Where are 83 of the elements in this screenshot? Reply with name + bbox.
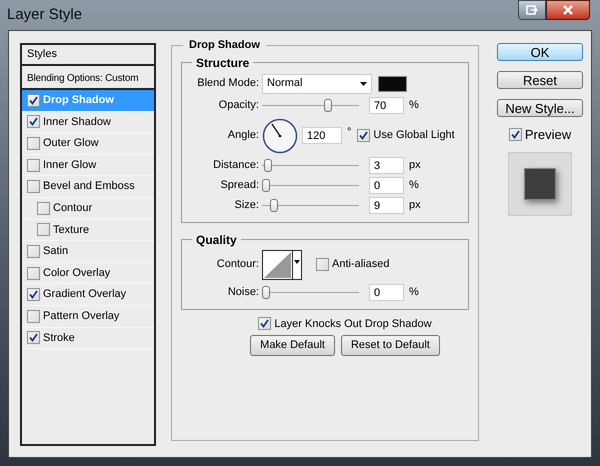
style-list-item[interactable]: Outer Glow <box>22 133 154 155</box>
preview-square <box>524 168 556 200</box>
slider-thumb[interactable] <box>262 286 270 298</box>
checkbox[interactable] <box>27 136 40 150</box>
dialog-button[interactable]: Make Default <box>250 335 335 356</box>
checkbox[interactable] <box>27 244 40 258</box>
unit-label: % <box>409 285 419 300</box>
field-label: Blend Mode: <box>196 76 260 92</box>
style-list-item[interactable]: Pattern Overlay <box>22 306 154 328</box>
checkbox[interactable] <box>27 94 40 107</box>
style-list-item[interactable]: Satin <box>22 241 154 263</box>
slider-thumb[interactable] <box>324 98 332 112</box>
slider[interactable] <box>262 286 359 300</box>
unit-label: ° <box>347 124 352 140</box>
number-field[interactable]: 0 <box>369 284 404 301</box>
window-title: Layer Style <box>7 4 82 25</box>
dialog-button[interactable]: Reset <box>497 71 583 89</box>
checkbox-label: Anti-aliased <box>332 257 390 272</box>
close-button[interactable] <box>546 0 590 20</box>
styles-header: Styles <box>22 45 154 66</box>
checkbox[interactable] <box>508 128 522 142</box>
blend-mode-dropdown[interactable]: Normal <box>262 74 372 94</box>
field-label: Opacity: <box>218 98 260 114</box>
checkbox[interactable] <box>27 158 40 172</box>
style-list-item[interactable]: Contour <box>22 198 154 220</box>
style-list-item[interactable]: Gradient Overlay <box>22 284 154 306</box>
checkbox[interactable] <box>316 258 329 271</box>
slider[interactable] <box>262 158 359 172</box>
checkbox[interactable] <box>37 223 50 236</box>
checkbox[interactable] <box>27 115 40 128</box>
group-title: Quality <box>195 232 238 248</box>
checkbox[interactable] <box>27 288 40 302</box>
restore-button[interactable] <box>518 0 546 20</box>
checkbox-label: Layer Knocks Out Drop Shadow <box>274 316 432 332</box>
checkbox-label: Use Global Light <box>373 128 455 144</box>
contour-curve-icon <box>263 250 292 278</box>
unit-label: px <box>409 198 421 214</box>
group-title: Structure <box>195 54 250 72</box>
checkbox[interactable] <box>27 310 40 323</box>
angle-dial[interactable] <box>262 118 298 154</box>
checkbox[interactable] <box>27 266 40 280</box>
close-icon <box>562 5 574 15</box>
style-list-item[interactable]: Inner Shadow <box>22 112 154 134</box>
unit-label: px <box>409 158 421 174</box>
slider-thumb[interactable] <box>264 158 272 172</box>
field-label: Angle: <box>226 128 260 144</box>
field-label: Noise: <box>226 285 260 300</box>
window-icon <box>526 5 538 15</box>
shadow-color-swatch[interactable] <box>378 76 407 92</box>
field-label: Size: <box>234 198 260 214</box>
slider[interactable] <box>262 178 359 192</box>
checkbox[interactable] <box>37 202 50 215</box>
style-list-item[interactable]: Color Overlay <box>22 262 154 284</box>
style-list-item[interactable]: Texture <box>22 220 154 242</box>
number-field[interactable]: 0 <box>369 177 404 194</box>
number-field[interactable]: 70 <box>369 97 404 114</box>
number-field[interactable]: 9 <box>369 197 404 214</box>
caret-icon <box>294 260 300 264</box>
dialog-button[interactable]: New Style... <box>497 99 583 117</box>
field-label: Contour: <box>216 257 260 272</box>
slider[interactable] <box>262 98 359 112</box>
slider-thumb[interactable] <box>270 198 278 212</box>
checkbox-label: Preview <box>524 126 572 144</box>
number-field[interactable]: 3 <box>369 157 404 174</box>
unit-label: % <box>409 98 419 114</box>
checkbox[interactable] <box>27 331 40 344</box>
number-field[interactable]: 120 <box>302 127 342 144</box>
checkbox[interactable] <box>357 129 370 142</box>
panel-title: Drop Shadow <box>188 38 261 53</box>
slider-thumb[interactable] <box>262 178 270 192</box>
caret-icon <box>360 82 367 86</box>
style-list-item[interactable]: Bevel and Emboss <box>22 176 154 198</box>
field-label: Spread: <box>219 178 260 194</box>
style-list-item[interactable]: Inner Glow <box>22 154 154 176</box>
checkbox[interactable] <box>258 317 272 330</box>
style-list-item[interactable]: Stroke <box>22 328 154 350</box>
field-label: Distance: <box>212 158 260 174</box>
unit-label: % <box>409 178 419 194</box>
dialog-button[interactable]: Reset to Default <box>340 335 440 356</box>
contour-picker[interactable] <box>262 250 302 280</box>
dialog-button[interactable]: OK <box>497 43 583 61</box>
slider[interactable] <box>262 198 359 212</box>
checkbox[interactable] <box>27 180 40 194</box>
